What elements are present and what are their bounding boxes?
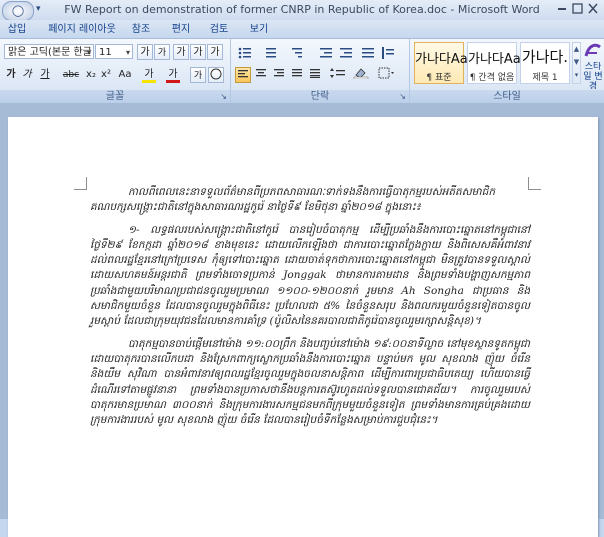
document-page[interactable]: កាលពីពេលនេះនាទទួលព័ត៌មានពីប្រភពសាធារណៈទា… — [8, 117, 598, 537]
font-size-combobox[interactable]: 11 ▾ — [95, 44, 133, 59]
style-no-spacing[interactable]: 가나다Aa ¶ 간격 없음 — [467, 42, 521, 84]
shading-icon[interactable] — [351, 67, 373, 83]
bold-button[interactable]: 가 — [4, 67, 18, 83]
crop-mark-top-left — [74, 177, 87, 190]
character-shading-button[interactable]: 가 — [190, 67, 206, 83]
font-group: 맑은 고딕(본문 한글 ▾ 11 ▾ 가 가 가 가 가 가 가 가 abc x… — [0, 39, 231, 103]
ribbon: 맑은 고딕(본문 한글 ▾ 11 ▾ 가 가 가 가 가 가 가 가 abc x… — [0, 38, 604, 104]
distributed-glyph — [310, 69, 320, 78]
enclose-characters-glyph — [210, 68, 222, 80]
window-controls — [556, 2, 600, 19]
italic-button[interactable]: 가 — [20, 67, 34, 83]
document-area: កាលពីពេលនេះនាទទួលព័ត៌មានពីប្រភពសាធារណៈទា… — [0, 103, 604, 537]
justify-icon[interactable] — [289, 67, 305, 83]
justify-glyph — [292, 69, 302, 77]
style-no-spacing-name: 간격 없음 — [478, 73, 515, 83]
superscript-button[interactable]: x² — [99, 67, 113, 83]
style-heading-1-sample: 가나다. — [521, 48, 569, 66]
align-center-glyph — [256, 69, 266, 77]
tab-page-layout[interactable]: 페이지 레이아웃 — [46, 22, 118, 38]
highlight-button[interactable]: 가 — [142, 67, 156, 83]
document-body[interactable]: កាលពីពេលនេះនាទទួលព័ត៌មានពីប្រភពសាធារណៈទា… — [90, 185, 530, 435]
align-right-glyph — [274, 69, 284, 77]
paragraph-group-label: 단락 — [231, 90, 409, 103]
styles-group-label: 스타일 — [410, 90, 604, 103]
style-normal-sample: 가나다Aa — [415, 52, 468, 67]
enclose-characters-icon[interactable] — [208, 67, 224, 83]
document-paragraph: ១- លទ្ធផលរបស់សង្គ្រោះជាតិនៅកូរ៉េ បានរៀបច… — [90, 223, 530, 328]
window-control-icons — [558, 3, 598, 14]
paragraph-dialog-launcher-icon[interactable]: ↘ — [399, 92, 406, 101]
tab-review[interactable]: 검토 — [206, 22, 232, 38]
align-center-icon[interactable] — [253, 67, 269, 83]
font-name-dropdown-icon[interactable]: ▾ — [87, 45, 91, 58]
distributed-icon[interactable] — [307, 67, 323, 83]
clear-formatting-button[interactable]: 가 — [173, 44, 189, 60]
character-border-button[interactable]: 가 — [207, 44, 223, 60]
tab-references[interactable]: 참조 — [128, 22, 154, 38]
tab-mailings[interactable]: 편지 — [168, 22, 194, 38]
style-normal-label: ¶ 표준 — [426, 73, 452, 83]
borders-icon[interactable] — [375, 67, 397, 83]
styles-gallery-scroll[interactable]: ▲ ▼ ▾ — [572, 42, 581, 84]
underline-button[interactable]: 가 — [38, 67, 52, 83]
align-right-icon[interactable] — [271, 67, 287, 83]
line-spacing-glyph — [330, 68, 345, 78]
font-size-value: 11 — [99, 47, 112, 58]
paragraph-row1-icons — [238, 47, 394, 59]
font-name-value: 맑은 고딕(본문 한글 — [8, 47, 92, 58]
style-no-spacing-label: ¶ 간격 없음 — [469, 73, 515, 83]
style-heading-1[interactable]: 가나다. 제목 1 — [520, 42, 570, 84]
window-title: FW Report on demonstration of former CNR… — [64, 3, 540, 16]
tab-view[interactable]: 보기 — [246, 22, 272, 38]
document-paragraph: បាតុកម្មបានចាប់ផ្តើមនៅម៉ោង ១១:០០ព្រឹក និ… — [90, 337, 530, 427]
shrink-font-button[interactable]: 가 — [154, 44, 170, 60]
phonetic-guide-button[interactable]: 가 — [190, 44, 206, 60]
tab-insert[interactable]: 삽입 — [6, 22, 28, 38]
font-size-dropdown-icon[interactable]: ▾ — [126, 45, 130, 58]
paragraph-group: 단락 ↘ — [231, 39, 410, 103]
change-styles-button[interactable]: 스타일 변경 — [582, 41, 604, 89]
change-styles-icon — [584, 43, 601, 57]
shading-glyph — [353, 68, 369, 80]
subscript-button[interactable]: x₂ — [84, 67, 98, 83]
line-spacing-icon[interactable] — [327, 67, 349, 83]
font-group-label: 글꼴 — [0, 90, 230, 103]
font-dialog-launcher-icon[interactable]: ↘ — [220, 92, 227, 101]
style-no-spacing-sample: 가나다Aa — [468, 52, 521, 67]
ribbon-tabs: 삽입 페이지 레이아웃 참조 편지 검토 보기 — [0, 20, 604, 38]
style-normal[interactable]: 가나다Aa ¶ 표준 — [414, 42, 468, 84]
styles-group: 가나다Aa ¶ 표준 가나다Aa ¶ 간격 없음 가나다. 제목 1 ▲ ▼ ▾ 스… — [410, 39, 604, 103]
align-left-icon[interactable] — [235, 67, 251, 83]
font-color-button[interactable]: 가 — [166, 67, 180, 83]
grow-font-button[interactable]: 가 — [137, 44, 153, 60]
align-left-glyph — [238, 70, 248, 78]
title-bar: ◯ ▾ FW Report on demonstration of former… — [0, 0, 604, 21]
strikethrough-button[interactable]: abc — [62, 67, 80, 83]
font-name-combobox[interactable]: 맑은 고딕(본문 한글 ▾ — [4, 44, 94, 59]
borders-glyph — [378, 67, 394, 79]
document-paragraph: កាលពីពេលនេះនាទទួលព័ត៌មានពីប្រភពសាធារណៈទា… — [90, 186, 496, 214]
style-heading-1-name: 제목 1 — [532, 73, 558, 83]
change-case-button[interactable]: Aa — [116, 67, 134, 83]
change-styles-label: 스타일 변경 — [583, 62, 603, 89]
style-normal-name: 표준 — [435, 73, 452, 83]
